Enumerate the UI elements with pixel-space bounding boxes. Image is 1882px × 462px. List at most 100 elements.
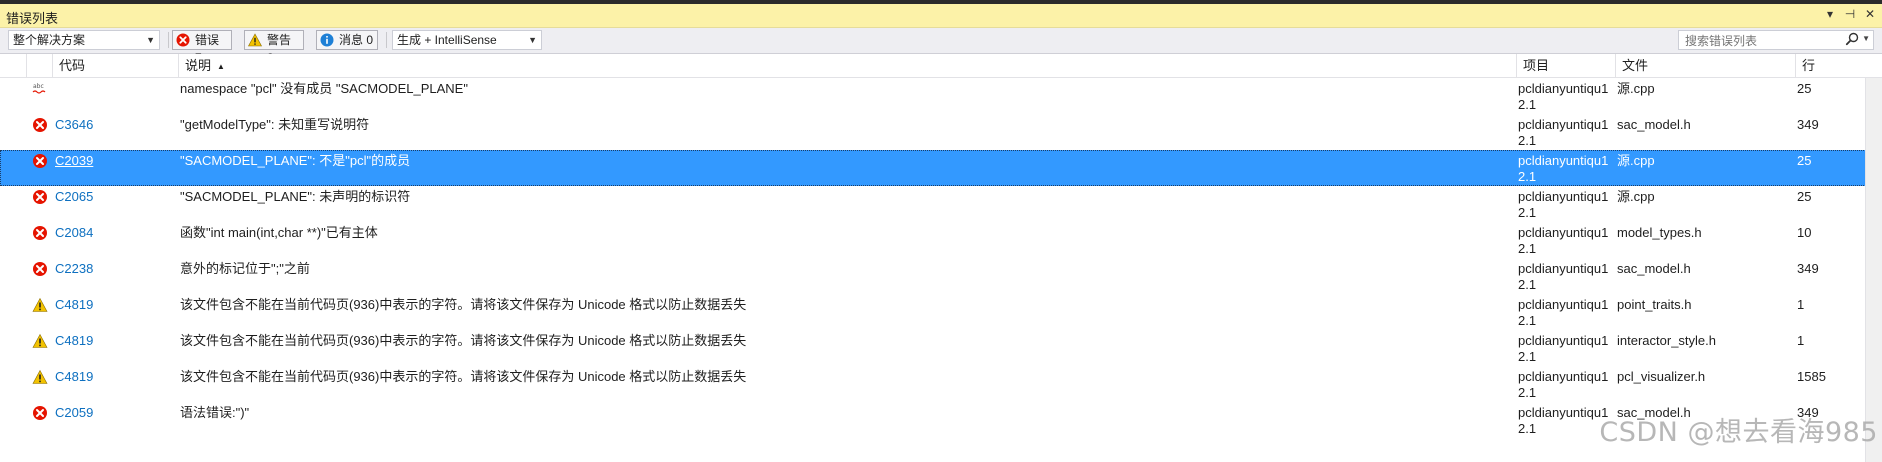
- spell-icon: abc: [32, 81, 50, 97]
- warnings-filter-button[interactable]: 警告 3: [244, 30, 304, 65]
- pin-icon[interactable]: ⊣: [1844, 7, 1856, 21]
- toolbar-separator: [168, 32, 169, 48]
- table-row[interactable]: C3646 "getModelType": 未知重写说明符 pcldianyunti…: [0, 114, 1882, 150]
- column-header-icon[interactable]: [0, 54, 26, 77]
- error-description: "getModelType": 未知重写说明符: [180, 117, 370, 132]
- search-input[interactable]: [1683, 32, 1837, 50]
- error-code-link[interactable]: C2059: [55, 405, 93, 421]
- error-file: interactor_style.h: [1617, 333, 1716, 348]
- column-project-label: 项目: [1523, 58, 1550, 73]
- project-name: pcldianyuntiqu1: [1518, 189, 1609, 204]
- error-description: namespace "pcl" 没有成员 "SACMODEL_PLANE": [180, 81, 468, 96]
- error-project: pcldianyuntiqu1 2.1: [1518, 369, 1608, 401]
- error-code-link[interactable]: C2065: [55, 189, 93, 205]
- error-line: 25: [1797, 153, 1812, 168]
- column-header-file[interactable]: 文件: [1615, 54, 1795, 77]
- project-name: pcldianyuntiqu1: [1518, 81, 1609, 96]
- errors-filter-button[interactable]: 错误 7: [172, 30, 232, 65]
- error-code-link[interactable]: C4819: [55, 369, 93, 385]
- column-header: 代码 说明 ▲ 项目 文件 行: [0, 54, 1882, 78]
- error-project: pcldianyuntiqu1 2.1: [1518, 189, 1608, 221]
- error-project: pcldianyuntiqu1 2.1: [1518, 333, 1608, 365]
- scope-dropdown[interactable]: 整个解决方案 ▼: [8, 30, 160, 50]
- error-description: 该文件包含不能在当前代码页(936)中表示的字符。请将该文件保存为 Unicod…: [180, 297, 747, 312]
- search-box[interactable]: ▼: [1678, 30, 1874, 50]
- error-description: "SACMODEL_PLANE": 未声明的标识符: [180, 189, 411, 204]
- column-description-label: 说明: [185, 58, 212, 73]
- error-file: 源.cpp: [1617, 189, 1655, 204]
- table-row[interactable]: abc namespace "pcl" 没有成员 "SACMODEL_PLANE"…: [0, 78, 1882, 114]
- error-file: sac_model.h: [1617, 117, 1691, 132]
- chevron-down-icon: ▼: [528, 35, 537, 45]
- panel-controls: ▾ ⊣ ✕: [1824, 7, 1876, 21]
- project-suffix: 2.1: [1518, 421, 1537, 436]
- table-row[interactable]: C4819 该文件包含不能在当前代码页(936)中表示的字符。请将该文件保存为 U…: [0, 366, 1882, 402]
- error-line: 1585: [1797, 369, 1826, 384]
- error-project: pcldianyuntiqu1 2.1: [1518, 297, 1608, 329]
- search-icon[interactable]: [1845, 32, 1859, 46]
- table-row[interactable]: C2065 "SACMODEL_PLANE": 未声明的标识符 pcldianyun…: [0, 186, 1882, 222]
- table-row[interactable]: C2238 意外的标记位于";"之前 pcldianyuntiqu1 2.1 sac_m…: [0, 258, 1882, 294]
- project-suffix: 2.1: [1518, 205, 1537, 220]
- vertical-scrollbar[interactable]: [1865, 78, 1882, 462]
- close-icon[interactable]: ✕: [1864, 7, 1876, 21]
- project-suffix: 2.1: [1518, 97, 1537, 112]
- messages-filter-button[interactable]: 消息 0: [316, 30, 378, 50]
- error-icon: [32, 405, 50, 421]
- error-project: pcldianyuntiqu1 2.1: [1518, 81, 1608, 113]
- column-header-code[interactable]: 代码: [52, 54, 178, 77]
- error-line: 25: [1797, 189, 1812, 204]
- project-name: pcldianyuntiqu1: [1518, 117, 1609, 132]
- warning-icon: [32, 369, 50, 385]
- table-row[interactable]: C2039 "SACMODEL_PLANE": 不是"pcl"的成员 pcldian…: [0, 150, 1882, 186]
- column-header-line[interactable]: 行: [1795, 54, 1882, 77]
- build-filter-dropdown[interactable]: 生成 + IntelliSense ▼: [392, 30, 542, 50]
- project-name: pcldianyuntiqu1: [1518, 297, 1609, 312]
- table-row[interactable]: C4819 该文件包含不能在当前代码页(936)中表示的字符。请将该文件保存为 U…: [0, 330, 1882, 366]
- sort-ascending-icon: ▲: [217, 62, 225, 71]
- project-suffix: 2.1: [1518, 241, 1537, 256]
- error-line: 1: [1797, 333, 1805, 348]
- error-description: 语法错误:")": [180, 405, 250, 420]
- error-code-link[interactable]: C4819: [55, 333, 93, 349]
- project-suffix: 2.1: [1518, 277, 1537, 292]
- column-code-label: 代码: [59, 58, 86, 73]
- error-project: pcldianyuntiqu1 2.1: [1518, 117, 1608, 149]
- error-code-link[interactable]: C4819: [55, 297, 93, 313]
- column-header-project[interactable]: 项目: [1516, 54, 1615, 77]
- error-code-link[interactable]: C3646: [55, 117, 93, 133]
- error-description: 意外的标记位于";"之前: [180, 261, 310, 276]
- chevron-down-icon[interactable]: ▼: [1862, 34, 1870, 43]
- error-file: pcl_visualizer.h: [1617, 369, 1706, 384]
- table-row[interactable]: C4819 该文件包含不能在当前代码页(936)中表示的字符。请将该文件保存为 U…: [0, 294, 1882, 330]
- panel-title-bar: 错误列表 ▾ ⊣ ✕: [0, 4, 1882, 28]
- error-line: 25: [1797, 81, 1812, 96]
- error-icon: [32, 153, 50, 169]
- error-description: 函数"int main(int,char **)"已有主体: [180, 225, 378, 240]
- column-header-spacer[interactable]: [26, 54, 50, 77]
- table-row[interactable]: C2084 函数"int main(int,char **)"已有主体 pcldia…: [0, 222, 1882, 258]
- project-suffix: 2.1: [1518, 349, 1537, 364]
- error-code-link[interactable]: C2039: [55, 153, 93, 169]
- error-project: pcldianyuntiqu1 2.1: [1518, 405, 1608, 437]
- error-file: 源.cpp: [1617, 81, 1655, 96]
- error-project: pcldianyuntiqu1 2.1: [1518, 153, 1608, 185]
- error-file: sac_model.h: [1617, 261, 1691, 276]
- messages-label: 消息 0: [339, 33, 374, 47]
- column-line-label: 行: [1802, 58, 1816, 73]
- error-file: point_traits.h: [1617, 297, 1692, 312]
- error-icon: [32, 261, 50, 277]
- project-name: pcldianyuntiqu1: [1518, 405, 1609, 420]
- error-description: 该文件包含不能在当前代码页(936)中表示的字符。请将该文件保存为 Unicod…: [180, 369, 747, 384]
- error-file: model_types.h: [1617, 225, 1702, 240]
- panel-title: 错误列表: [6, 11, 59, 26]
- column-file-label: 文件: [1622, 58, 1649, 73]
- error-line: 1: [1797, 297, 1805, 312]
- toolbar: 整个解决方案 ▼ 错误 7 警告 3 消息 0 生成 + IntelliSens…: [0, 28, 1882, 65]
- project-name: pcldianyuntiqu1: [1518, 225, 1609, 240]
- error-code-link[interactable]: C2084: [55, 225, 93, 241]
- error-file: 源.cpp: [1617, 153, 1655, 168]
- dropdown-icon[interactable]: ▾: [1824, 7, 1836, 21]
- column-header-description[interactable]: 说明 ▲: [178, 54, 1516, 77]
- error-code-link[interactable]: C2238: [55, 261, 93, 277]
